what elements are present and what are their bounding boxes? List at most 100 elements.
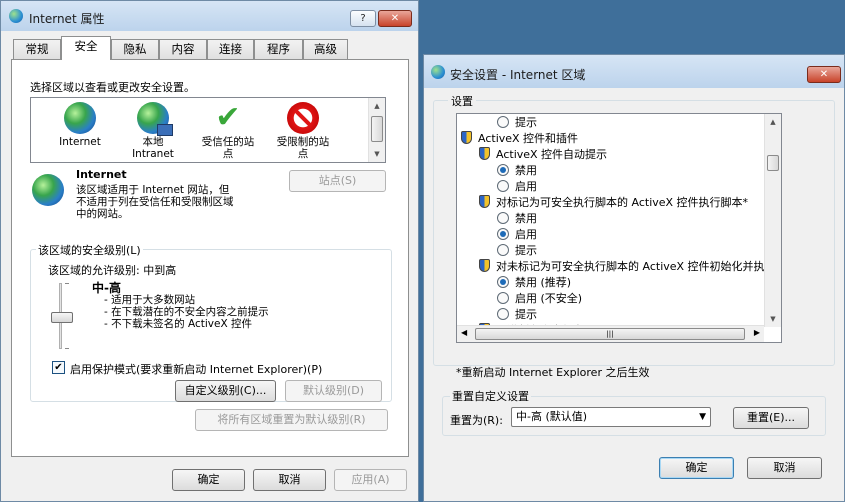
tab-6[interactable]: 高级	[303, 39, 348, 59]
setting-option[interactable]: 禁用	[461, 163, 781, 179]
default-level-button[interactable]: 默认级别(D)	[285, 380, 382, 402]
settings-vertical-scrollbar[interactable]: ▲ ▼	[764, 114, 781, 327]
radio-button[interactable]	[497, 116, 509, 128]
tab-1[interactable]: 安全	[61, 36, 111, 60]
radio-button[interactable]	[497, 276, 509, 288]
ok-button[interactable]: 确定	[172, 469, 245, 491]
zone-item[interactable]: Internet	[41, 98, 119, 148]
scroll-thumb-horizontal[interactable]: |||	[475, 328, 745, 340]
setting-label: 禁用	[515, 212, 537, 225]
scroll-down-icon[interactable]: ▼	[765, 311, 781, 327]
zone-item[interactable]: 受限制的站 点	[264, 98, 342, 160]
setting-label: 禁用	[515, 164, 537, 177]
title-bar[interactable]: 安全设置 - Internet 区域 ✕	[424, 55, 844, 88]
shield-icon	[479, 259, 490, 272]
radio-button[interactable]	[497, 292, 509, 304]
setting-label: 对标记为可安全执行脚本的 ActiveX 控件执行脚本*	[496, 196, 749, 209]
selected-zone-name: Internet	[76, 168, 127, 181]
reset-to-label: 重置为(R):	[450, 414, 503, 427]
shield-icon	[479, 147, 490, 160]
reset-group-label: 重置自定义设置	[450, 388, 531, 404]
setting-option[interactable]: 启用	[461, 227, 781, 243]
title-bar[interactable]: Internet 属性 ? ✕	[1, 1, 418, 31]
security-level-slider[interactable]	[48, 283, 74, 349]
internet-options-window: Internet 属性 ? ✕ 常规 安全 隐私 内容 连接 程序 高级 选择区域以查看或更…	[0, 0, 419, 502]
tab-0[interactable]: 常规	[13, 39, 61, 59]
level-bullet: - 适用于大多数网站	[104, 294, 196, 306]
radio-button[interactable]	[497, 164, 509, 176]
setting-option[interactable]: 禁用 (推荐)	[461, 275, 781, 291]
close-button[interactable]: ✕	[807, 66, 841, 83]
tab-4[interactable]: 连接	[207, 39, 254, 59]
ok-button[interactable]: 确定	[659, 457, 734, 479]
zone-scrollbar[interactable]: ▲ ▼	[368, 98, 385, 162]
tab-5[interactable]: 程序	[254, 39, 303, 59]
scroll-up-icon[interactable]: ▲	[369, 98, 385, 114]
restart-note: *重新启动 Internet Explorer 之后生效	[456, 366, 650, 379]
radio-button[interactable]	[497, 180, 509, 192]
radio-button[interactable]	[497, 308, 509, 320]
setting-option[interactable]: 禁用	[461, 211, 781, 227]
help-button[interactable]: ?	[350, 10, 376, 27]
tab-3[interactable]: 内容	[159, 39, 207, 59]
globe-icon	[64, 102, 96, 134]
setting-option[interactable]: 提示	[461, 115, 781, 131]
setting-label: 提示	[515, 116, 537, 129]
sites-button[interactable]: 站点(S)	[289, 170, 386, 192]
scroll-right-icon[interactable]: ▶	[754, 328, 760, 337]
setting-label: 对未标记为可安全执行脚本的 ActiveX 控件初始化并执	[496, 260, 765, 273]
scroll-thumb[interactable]	[767, 155, 779, 171]
custom-level-button[interactable]: 自定义级别(C)...	[175, 380, 276, 402]
setting-label: 启用	[515, 180, 537, 193]
setting-label: 启用	[515, 228, 537, 241]
scroll-left-icon[interactable]: ◀	[461, 328, 467, 337]
window-title: 安全设置 - Internet 区域	[450, 68, 586, 82]
zone-label: 本地 Intranet	[132, 136, 174, 160]
scroll-thumb[interactable]	[371, 116, 383, 142]
check-icon: ✔	[215, 100, 241, 135]
tab-2[interactable]: 隐私	[111, 39, 159, 59]
slider-thumb[interactable]	[51, 312, 73, 323]
radio-button[interactable]	[497, 244, 509, 256]
level-bullet: - 不下载未签名的 ActiveX 控件	[104, 318, 252, 330]
protected-mode-checkbox[interactable]: ✔	[52, 361, 65, 374]
restricted-icon	[287, 102, 319, 134]
selected-zone-globe-icon	[32, 174, 64, 206]
cancel-button[interactable]: 取消	[747, 457, 822, 479]
setting-label: ActiveX 控件和插件	[478, 132, 579, 145]
reset-all-zones-button[interactable]: 将所有区域重置为默认级别(R)	[195, 409, 388, 431]
window-title: Internet 属性	[29, 12, 105, 26]
reset-to-value: 中-高 (默认值)	[516, 410, 588, 423]
security-level-group-label: 该区域的安全级别(L)	[36, 242, 143, 258]
reset-to-select[interactable]: 中-高 (默认值) ▼	[511, 407, 711, 427]
ie-icon	[431, 65, 445, 79]
scroll-down-icon[interactable]: ▼	[369, 146, 385, 162]
setting-option[interactable]: 启用	[461, 179, 781, 195]
level-bullet: - 在下载潜在的不安全内容之前提示	[104, 306, 269, 318]
selected-zone-description: 该区域适用于 Internet 网站，但 不适用于列在受信任和受限制区域 中的网…	[76, 184, 234, 220]
setting-label: ActiveX 控件自动提示	[496, 148, 608, 161]
settings-list: 提示 ActiveX 控件和插件 ActiveX 控件自动提示 禁用 启用 对标记为可安全…	[456, 113, 782, 343]
radio-button[interactable]	[497, 212, 509, 224]
cancel-button[interactable]: 取消	[253, 469, 326, 491]
zone-list: Internet 本地 Intranet ✔ 受信任的站 点受限制的站 点 ▲ ▼	[30, 97, 386, 163]
protected-mode-label: 启用保护模式(要求重新启动 Internet Explorer)(P)	[70, 363, 323, 376]
scroll-up-icon[interactable]: ▲	[765, 114, 781, 130]
zone-label: 受信任的站 点	[201, 136, 255, 160]
reset-button[interactable]: 重置(E)...	[733, 407, 809, 429]
shield-icon	[479, 195, 490, 208]
close-button[interactable]: ✕	[378, 10, 412, 27]
apply-button[interactable]: 应用(A)	[334, 469, 407, 491]
radio-button[interactable]	[497, 228, 509, 240]
setting-option[interactable]: 提示	[461, 307, 781, 323]
security-tab-panel: 选择区域以查看或更改安全设置。 Internet 本地 Intranet ✔ 受信任的…	[11, 59, 409, 457]
setting-label: 禁用 (推荐)	[515, 276, 572, 289]
zone-label: 受限制的站 点	[276, 136, 330, 160]
zone-item[interactable]: 本地 Intranet	[114, 98, 192, 160]
setting-option[interactable]: 提示	[461, 243, 781, 259]
settings-horizontal-scrollbar[interactable]: ◀ ||| ▶	[457, 325, 764, 342]
settings-items: 提示 ActiveX 控件和插件 ActiveX 控件自动提示 禁用 启用 对标记为可安全…	[461, 115, 781, 339]
setting-option[interactable]: 启用 (不安全)	[461, 291, 781, 307]
zone-item[interactable]: ✔ 受信任的站 点	[189, 98, 267, 161]
setting-header: ActiveX 控件自动提示	[461, 147, 781, 163]
